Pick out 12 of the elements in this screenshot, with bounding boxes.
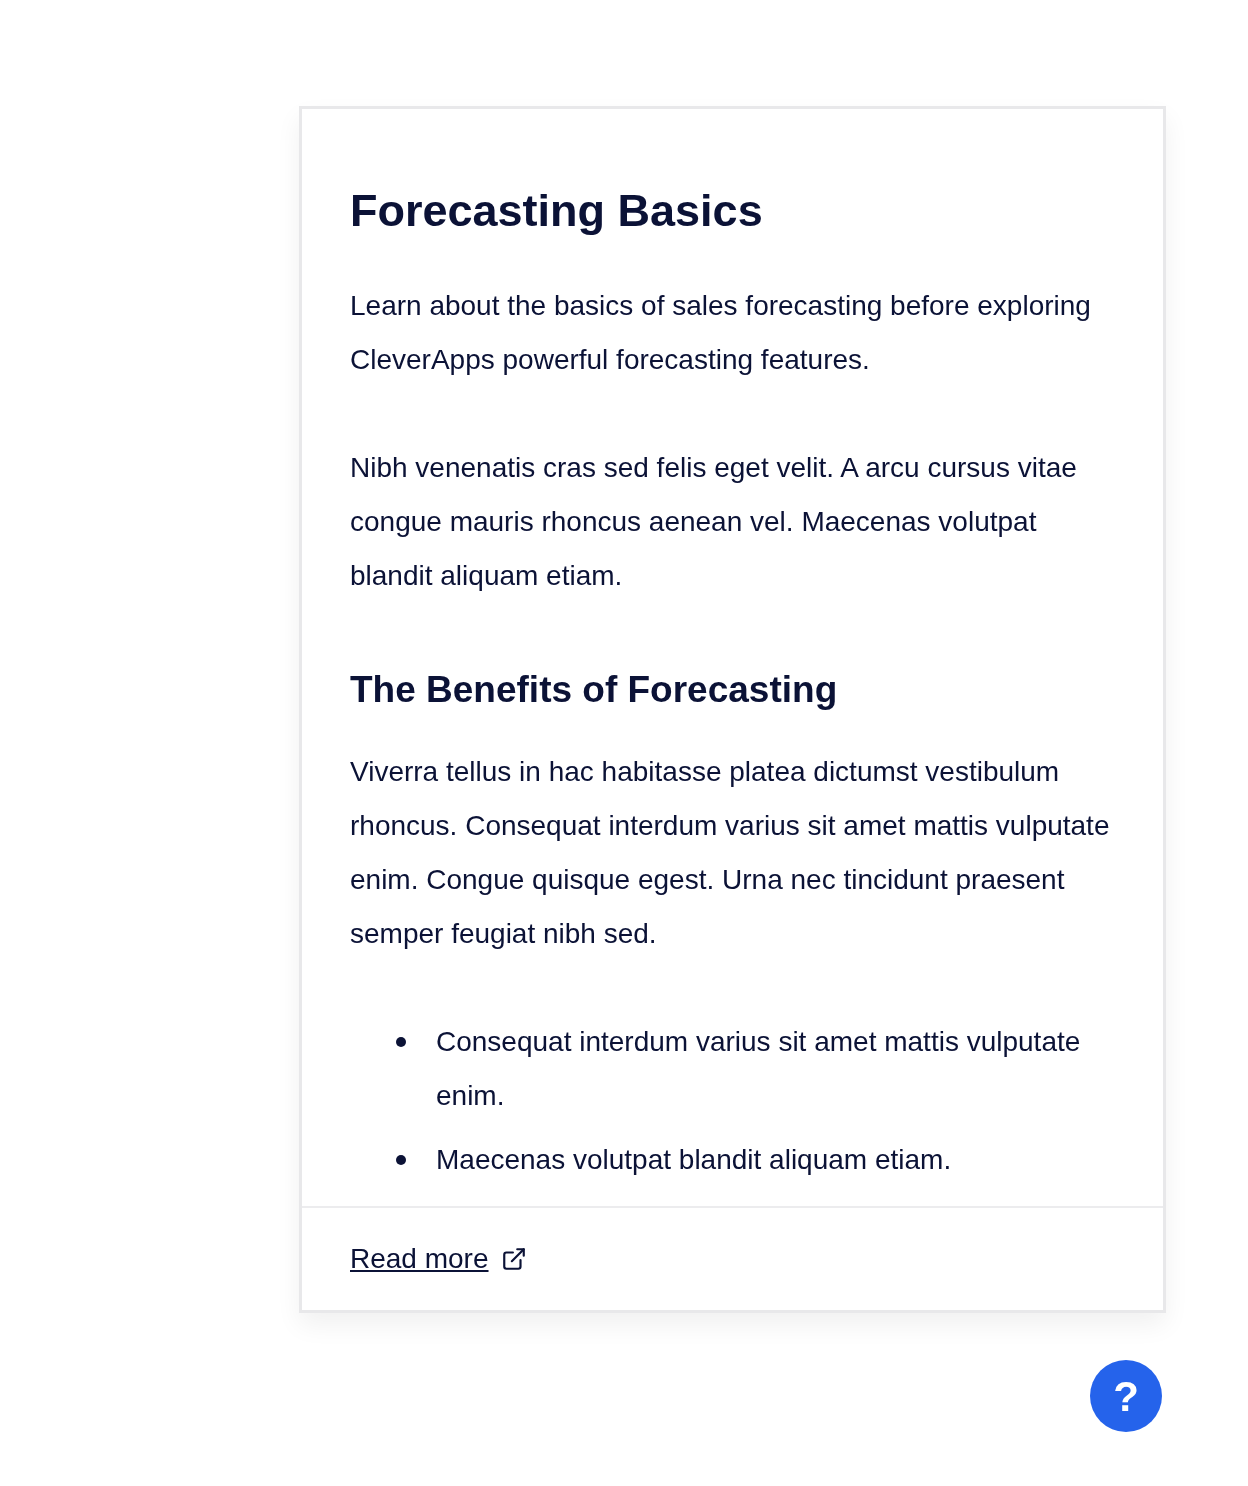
bullet-icon	[396, 1037, 406, 1047]
list-item: Consequat interdum varius sit amet mattis vulputate enim.	[436, 1025, 1082, 1113]
bullet-icon	[396, 1155, 406, 1165]
section-heading: The Benefits of Forecasting	[350, 668, 839, 712]
read-more-link[interactable]: Read more	[350, 1238, 527, 1280]
help-button[interactable]: ?	[1090, 1360, 1162, 1432]
paragraph: Nibh venenatis cras sed felis eget velit. A arcu cursus vitae congue mauris rhoncus aenean vel. Maecenas volutpat blandit aliquam etiam.	[350, 451, 1078, 593]
list-item: Maecenas volutpat blandit aliquam etiam.	[436, 1143, 953, 1177]
external-link-icon	[500, 1246, 527, 1272]
article-title: Forecasting Basics	[350, 184, 764, 238]
paragraph: Viverra tellus in hac habitasse platea dictumst vestibulum rhoncus. Consequat interdum varius sit amet mattis vulputate enim. Congue quisque egest. Urna nec tincidunt praesent semper feugiat nibh sed.	[350, 755, 1111, 951]
paragraph: Learn about the basics of sales forecasting before exploring CleverApps powerful forecasting features.	[350, 289, 1092, 377]
